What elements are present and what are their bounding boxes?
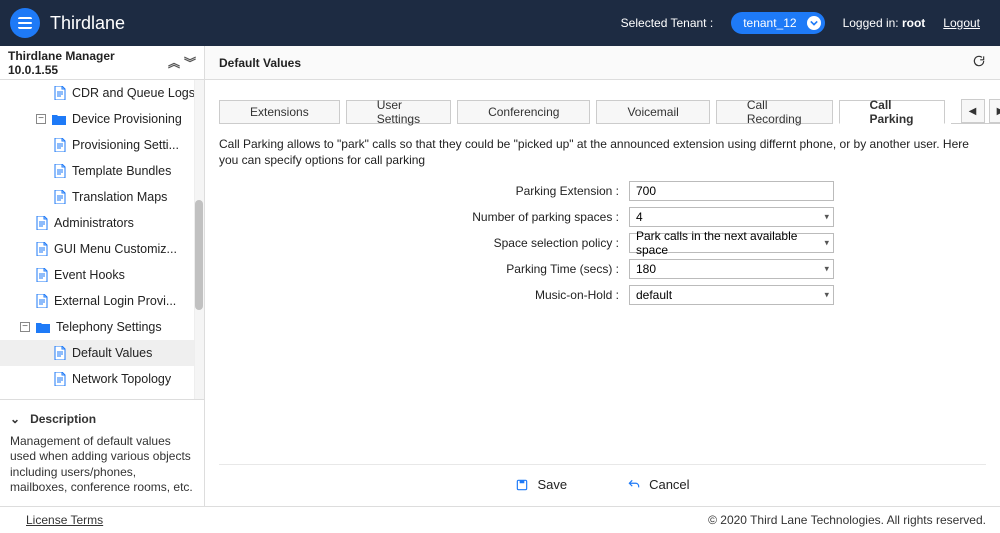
copyright-text: © 2020 Third Lane Technologies. All righ… bbox=[708, 513, 986, 527]
page-icon bbox=[36, 268, 48, 282]
parking-extension-input[interactable] bbox=[629, 181, 834, 201]
brand-name: Thirdlane bbox=[50, 13, 125, 34]
tab-active[interactable]: Call Parking bbox=[839, 100, 945, 124]
logout-link[interactable]: Logout bbox=[943, 16, 980, 30]
policy-label: Space selection policy : bbox=[219, 236, 629, 250]
policy-select[interactable]: Park calls in the next available space▾ bbox=[629, 233, 834, 253]
page-icon bbox=[54, 346, 66, 360]
undo-icon bbox=[627, 478, 641, 492]
sidebar-item-label: External Login Provi... bbox=[54, 294, 176, 308]
folder-icon bbox=[36, 321, 50, 333]
tab[interactable]: Extensions bbox=[219, 100, 340, 124]
tab-description: Call Parking allows to "park" calls so t… bbox=[219, 136, 986, 168]
sidebar-item[interactable]: CDR and Queue Logs bbox=[0, 80, 204, 106]
sidebar-item-label: CDR and Queue Logs bbox=[72, 86, 195, 100]
tab[interactable]: Voicemail bbox=[596, 100, 709, 124]
tab[interactable]: User Settings bbox=[346, 100, 451, 124]
description-panel: ⌄ Description Management of default valu… bbox=[0, 399, 204, 506]
page-icon bbox=[54, 190, 66, 204]
sidebar-item[interactable]: External Login Provi... bbox=[0, 288, 204, 314]
tabs-row: ExtensionsUser SettingsConferencingVoice… bbox=[219, 90, 986, 124]
page-title: Default Values bbox=[219, 56, 301, 70]
settings-form: Parking Extension : Number of parking sp… bbox=[219, 180, 986, 306]
sidebar-item-label: Telephony Settings bbox=[56, 320, 162, 334]
num-spaces-label: Number of parking spaces : bbox=[219, 210, 629, 224]
main-header: Default Values bbox=[205, 46, 1000, 80]
page-icon bbox=[36, 242, 48, 256]
collapse-icon[interactable]: − bbox=[36, 114, 46, 124]
page-icon bbox=[54, 138, 66, 152]
save-button[interactable]: Save bbox=[515, 477, 567, 492]
logged-in-label: Logged in: root bbox=[843, 16, 926, 30]
tab[interactable]: Call Recording bbox=[716, 100, 833, 124]
sidebar-item[interactable]: GUI Menu Customiz... bbox=[0, 236, 204, 262]
sidebar: Thirdlane Manager 10.0.1.55 ︽ ︾ CDR and … bbox=[0, 46, 205, 506]
page-icon bbox=[54, 372, 66, 386]
sidebar-item[interactable]: Template Bundles bbox=[0, 158, 204, 184]
sidebar-item-label: Administrators bbox=[54, 216, 134, 230]
nav-tree: CDR and Queue Logs − Device Provisioning Pr… bbox=[0, 80, 204, 399]
sidebar-item-label: Network Topology bbox=[72, 372, 171, 386]
sidebar-item-label: Event Hooks bbox=[54, 268, 125, 282]
chevron-down-icon[interactable]: ⌄ bbox=[10, 412, 20, 426]
sidebar-scrollbar[interactable] bbox=[194, 80, 204, 399]
expand-down-icon[interactable]: ︾ bbox=[184, 54, 196, 71]
moh-select[interactable]: default▾ bbox=[629, 285, 834, 305]
page-icon bbox=[36, 216, 48, 230]
main-panel: Default Values ExtensionsUser SettingsCo… bbox=[205, 46, 1000, 506]
selected-tenant-label: Selected Tenant : bbox=[621, 16, 714, 30]
sidebar-item-label: GUI Menu Customiz... bbox=[54, 242, 177, 256]
collapse-icon[interactable]: − bbox=[20, 322, 30, 332]
sidebar-item-selected[interactable]: Default Values bbox=[0, 340, 204, 366]
sidebar-item[interactable]: − Telephony Settings bbox=[0, 314, 204, 340]
sidebar-title-bar: Thirdlane Manager 10.0.1.55 ︽ ︾ bbox=[0, 46, 204, 80]
chevron-down-icon: ▾ bbox=[824, 290, 829, 301]
tab[interactable]: Conferencing bbox=[457, 100, 590, 124]
footer: License Terms © 2020 Third Lane Technolo… bbox=[0, 506, 1000, 533]
sidebar-item-label: Default Values bbox=[72, 346, 152, 360]
tenant-selector[interactable]: tenant_12 bbox=[731, 12, 824, 34]
parking-time-select[interactable]: 180▾ bbox=[629, 259, 834, 279]
sidebar-item-label: Translation Maps bbox=[72, 190, 167, 204]
collapse-up-icon[interactable]: ︽ bbox=[168, 54, 180, 71]
sidebar-title: Thirdlane Manager 10.0.1.55 bbox=[8, 49, 168, 77]
tenant-name: tenant_12 bbox=[743, 16, 796, 30]
sidebar-item[interactable]: Administrators bbox=[0, 210, 204, 236]
brand-logo bbox=[10, 8, 40, 38]
page-icon bbox=[36, 294, 48, 308]
parking-time-label: Parking Time (secs) : bbox=[219, 262, 629, 276]
chevron-down-icon: ▾ bbox=[824, 264, 829, 275]
page-icon bbox=[54, 86, 66, 100]
folder-icon bbox=[52, 113, 66, 125]
sidebar-item[interactable]: Event Hooks bbox=[0, 262, 204, 288]
sidebar-item[interactable]: − Device Provisioning bbox=[0, 106, 204, 132]
sidebar-item[interactable]: Provisioning Setti... bbox=[0, 132, 204, 158]
description-title: Description bbox=[30, 412, 96, 426]
top-bar: Thirdlane Selected Tenant : tenant_12 Lo… bbox=[0, 0, 1000, 46]
moh-label: Music-on-Hold : bbox=[219, 288, 629, 302]
chevron-down-icon: ▾ bbox=[824, 212, 829, 223]
sidebar-item[interactable]: Translation Maps bbox=[0, 184, 204, 210]
tab-nav-prev[interactable]: ◀ bbox=[961, 99, 985, 123]
description-text: Management of default values used when a… bbox=[10, 434, 194, 496]
page-icon bbox=[54, 164, 66, 178]
reload-icon[interactable] bbox=[972, 54, 986, 71]
num-spaces-select[interactable]: 4▾ bbox=[629, 207, 834, 227]
form-actions: Save Cancel bbox=[219, 464, 986, 506]
save-icon bbox=[515, 478, 529, 492]
sidebar-item-label: Template Bundles bbox=[72, 164, 171, 178]
sidebar-item-label: Device Provisioning bbox=[72, 112, 182, 126]
cancel-button[interactable]: Cancel bbox=[627, 477, 689, 492]
sidebar-item[interactable]: Network Topology bbox=[0, 366, 204, 392]
chevron-down-icon bbox=[807, 16, 821, 30]
tab-nav-next[interactable]: ▶ bbox=[989, 99, 1000, 123]
sidebar-item-label: Provisioning Setti... bbox=[72, 138, 179, 152]
license-terms-link[interactable]: License Terms bbox=[26, 513, 103, 527]
parking-extension-label: Parking Extension : bbox=[219, 184, 629, 198]
